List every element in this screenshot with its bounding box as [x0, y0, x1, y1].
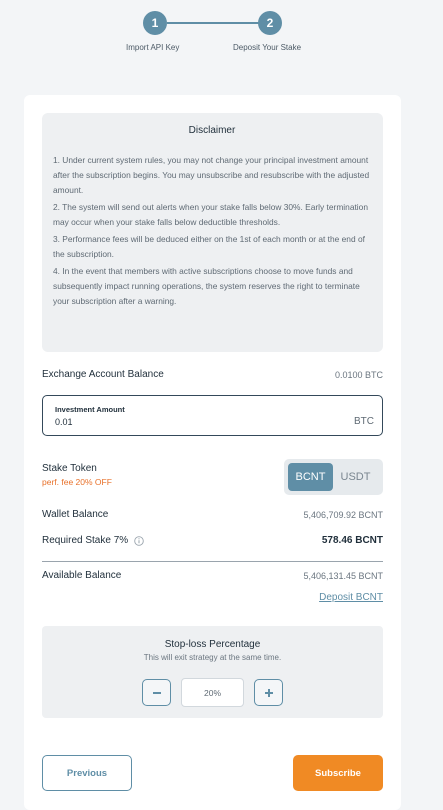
wallet-balance-value: 5,406,709.92 BCNT: [303, 509, 383, 520]
fee-discount-note: perf. fee 20% OFF: [42, 477, 112, 487]
plus-icon: [264, 688, 273, 697]
wallet-balance-label: Wallet Balance: [42, 509, 109, 520]
disclaimer-item: 3. Performance fees will be deduced eith…: [53, 234, 365, 259]
previous-button[interactable]: Previous: [42, 755, 132, 791]
exchange-balance-label: Exchange Account Balance: [42, 369, 164, 380]
disclaimer-item: 2. The system will send out alerts when …: [53, 202, 368, 227]
step-2-label: Deposit Your Stake: [233, 43, 302, 52]
stop-loss-subtitle: This will exit strategy at the same time…: [143, 653, 282, 662]
investment-unit: BTC: [354, 416, 374, 427]
stake-token-label-group: Stake Token perf. fee 20% OFF: [42, 463, 112, 487]
progress-stepper: 1 2 Import API Key Deposit Your Stake: [0, 0, 443, 70]
disclaimer-box: Disclaimer 1. Under current system rules…: [42, 113, 383, 352]
token-option-bcnt[interactable]: BCNT: [288, 463, 333, 491]
step-1-circle: 1: [143, 11, 167, 35]
step-connector: [167, 22, 260, 24]
step-2-circle: 2: [258, 11, 282, 35]
available-balance-value: 5,406,131.45 BCNT: [303, 570, 383, 581]
investment-amount-label: Investment Amount: [55, 405, 125, 414]
disclaimer-item: 1. Under current system rules, you may n…: [53, 155, 370, 195]
exchange-balance-value: 0.0100 BTC: [334, 369, 383, 380]
divider: [42, 561, 383, 562]
disclaimer-title: Disclaimer: [188, 125, 236, 136]
increment-button[interactable]: [254, 679, 283, 706]
required-stake-value: 578.46 BCNT: [321, 535, 383, 546]
stop-loss-input[interactable]: 20%: [181, 678, 244, 707]
stop-loss-title: Stop-loss Percentage: [164, 639, 261, 650]
required-stake-label: Required Stake 7%: [42, 535, 129, 546]
investment-amount-value[interactable]: 0.01: [55, 417, 73, 427]
token-option-usdt[interactable]: USDT: [333, 463, 378, 491]
decrement-button[interactable]: [142, 679, 171, 706]
available-balance-label: Available Balance: [42, 570, 122, 581]
exchange-balance-row: Exchange Account Balance 0.0100 BTC: [42, 369, 383, 380]
wallet-balance-row: Wallet Balance 5,406,709.92 BCNT: [42, 509, 383, 520]
stop-loss-panel: Stop-loss Percentage This will exit stra…: [42, 626, 383, 718]
subscription-card: Disclaimer 1. Under current system rules…: [24, 95, 401, 810]
stake-token-label: Stake Token: [42, 463, 97, 474]
deposit-bcnt-link[interactable]: Deposit BCNT: [319, 592, 383, 603]
available-balance-row: Available Balance 5,406,131.45 BCNT: [42, 570, 383, 581]
subscribe-button[interactable]: Subscribe: [293, 755, 383, 791]
required-stake-label-group: Required Stake 7%: [42, 535, 144, 546]
minus-icon: [152, 691, 161, 694]
info-icon[interactable]: [134, 535, 144, 546]
investment-amount-field[interactable]: Investment Amount 0.01 BTC: [42, 395, 383, 436]
step-1-label: Import API Key: [126, 43, 180, 52]
stop-loss-stepper: 20%: [142, 678, 283, 707]
required-stake-row: Required Stake 7% 578.46 BCNT: [42, 535, 383, 546]
disclaimer-item: 4. In the event that members with active…: [53, 266, 360, 306]
stake-token-toggle[interactable]: BCNT USDT: [284, 459, 383, 495]
